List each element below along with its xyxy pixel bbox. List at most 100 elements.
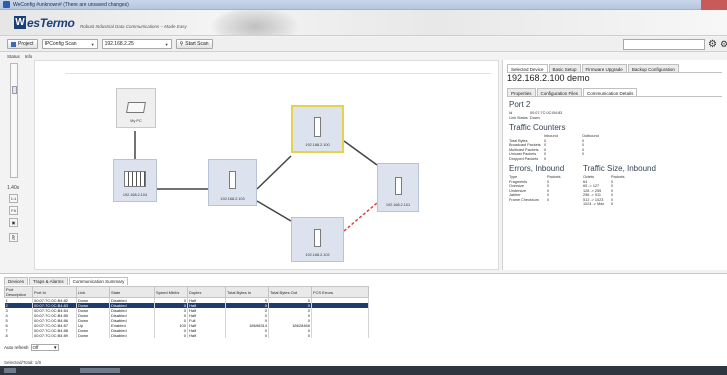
scan-type-select[interactable]: IPConfig Scan ▼: [41, 39, 98, 49]
export-view-button[interactable]: ⎘: [9, 233, 18, 242]
port-id-label: Id: [509, 111, 513, 115]
table-cell: Down: [76, 333, 110, 338]
node-my-pc[interactable]: My PC: [116, 88, 156, 128]
zoom-fit-button[interactable]: Fit: [9, 206, 18, 215]
table-cell: 0: [154, 333, 188, 338]
zoom-view-button[interactable]: ▣: [9, 218, 18, 227]
start-scan-button[interactable]: ⚲ Start Scan: [175, 39, 213, 49]
taskbar-app-button[interactable]: [80, 368, 120, 373]
westermo-logo: W esTermo: [14, 15, 75, 30]
col-state[interactable]: State: [109, 286, 155, 298]
zoom-actual-size-button[interactable]: 1:1: [9, 194, 18, 203]
link-103-102: [256, 200, 292, 222]
ip-value: 192.168.2.25: [104, 41, 134, 47]
bottom-panel: Devices Traps & Alarms Communication Sum…: [0, 273, 727, 375]
tab-traps-alarms[interactable]: Traps & Alarms: [29, 277, 68, 285]
zoom-slider-thumb[interactable]: [12, 86, 17, 94]
switch-device-icon: [124, 171, 146, 187]
switch-device-icon: [394, 177, 402, 195]
errors-inbound-title: Errors, Inbound: [509, 164, 565, 173]
device-title: 192.168.2.100 demo: [507, 73, 590, 83]
col-speed[interactable]: Speed Mbit/s: [154, 286, 188, 298]
logo-text: esTermo: [27, 15, 75, 30]
node-label: 192.168.2.104: [122, 193, 148, 197]
table-cell: [311, 333, 369, 338]
menu-status[interactable]: Status: [7, 54, 20, 59]
project-button[interactable]: Project: [7, 39, 38, 49]
table-header-row: Port Description Port Id Link State Spee…: [4, 286, 369, 298]
table-row[interactable]: 8 00:07:7C:0C:B4:89 Down Disabled 0 Half 0 0: [4, 333, 369, 338]
project-icon: [11, 41, 16, 47]
search-input[interactable]: [623, 39, 705, 50]
table-cell: 0: [268, 333, 312, 338]
errors-row-value: 0: [547, 197, 550, 202]
ip-select[interactable]: 192.168.2.25 ▼: [101, 39, 172, 49]
col-port-id[interactable]: Port Id: [32, 286, 77, 298]
col-bytes-in[interactable]: Total Bytes In: [225, 286, 269, 298]
link-100-101: [343, 140, 378, 166]
node-label: 192.168.2.101: [385, 203, 411, 207]
auto-refresh-value: Off: [32, 345, 39, 350]
close-button[interactable]: [701, 0, 727, 10]
traffic-size-table: Octets Packets 64 0 65 -> 127 0 128 -> 255 0…: [583, 175, 653, 207]
chevron-down-icon: ▼: [164, 41, 169, 47]
node-192-168-2-103[interactable]: 192.168.2.103: [208, 159, 257, 206]
port-title: Port 2: [509, 100, 531, 109]
traffic-counters-table: Inbound Outbound Total Bytes 0 0 Broadcast …: [509, 134, 619, 161]
os-taskbar: [0, 366, 727, 375]
col-port-description[interactable]: Port Description: [4, 286, 33, 298]
traffic-row-in: 0: [544, 156, 547, 161]
node-192-168-2-104[interactable]: 192.168.2.104: [113, 159, 157, 202]
col-link[interactable]: Link: [76, 286, 110, 298]
laptop-icon: [126, 102, 146, 113]
topology-canvas[interactable]: My PC 192.168.2.104 192.168.2.103 192.16…: [34, 60, 499, 270]
switch-device-icon: [229, 171, 236, 189]
col-bytes-out[interactable]: Total Bytes Out: [268, 286, 312, 298]
traffic-head-out: Outbound: [582, 134, 599, 138]
gear-icon[interactable]: ⚙: [707, 39, 718, 50]
auto-refresh-select[interactable]: Off ▼: [30, 344, 59, 351]
canvas-divider: [65, 73, 491, 74]
link-103-100: [256, 155, 292, 190]
node-192-168-2-100[interactable]: 192.168.2.100: [291, 105, 344, 153]
zoom-level: 1.40x: [7, 185, 20, 191]
link-status-label: Link Status: [509, 115, 528, 120]
menu-info[interactable]: Info: [25, 54, 33, 59]
chevron-down-icon: ▼: [90, 41, 95, 47]
node-label: 192.168.2.102: [305, 253, 330, 257]
start-button[interactable]: [4, 368, 16, 373]
table-cell: 0: [225, 333, 269, 338]
table-cell: Disabled: [109, 333, 155, 338]
tab-devices[interactable]: Devices: [4, 277, 29, 285]
traffic-row-out: 0: [582, 152, 585, 156]
traffic-size-title: Traffic Size, Inbound: [583, 164, 656, 173]
size-row-label: 1024 -> Max: [583, 202, 605, 206]
toolbar: Project IPConfig Scan ▼ 192.168.2.25 ▼ ⚲…: [0, 37, 727, 52]
link-102-101-broken: [343, 202, 378, 232]
chevron-down-icon: ▼: [53, 345, 58, 350]
col-fcs-errors[interactable]: FCS Errors: [311, 286, 369, 298]
zoom-panel: 1.40x 1:1 Fit ▣ ⎘: [7, 61, 33, 261]
table-cell: 8: [4, 333, 33, 338]
node-192-168-2-102[interactable]: 192.168.2.102: [291, 217, 344, 262]
start-scan-label: Start Scan: [185, 41, 209, 47]
node-label: 192.168.2.103: [220, 197, 245, 201]
bottom-tabs: Devices Traps & Alarms Communication Sum…: [4, 277, 129, 285]
app-icon: [3, 1, 10, 8]
port-info-values: 00:07:7C:0C:B4:83 Down: [530, 111, 562, 120]
tab-communication-summary[interactable]: Communication Summary: [68, 277, 129, 285]
node-label: 192.168.2.100: [305, 143, 330, 147]
traffic-row-label: Dropped Packets: [509, 156, 539, 161]
auto-refresh-label: Auto refresh: [4, 345, 29, 350]
device-details-panel: Selected Device Basic Setup Firmware Upg…: [502, 60, 727, 270]
more-icon[interactable]: ⚙: [720, 39, 727, 50]
window-title: WeConfig #unknown# (There are unsaved ch…: [13, 1, 129, 8]
errors-row-label: Frame Checksum: [509, 197, 539, 202]
node-192-168-2-101[interactable]: 192.168.2.101: [377, 163, 419, 212]
zoom-slider[interactable]: [10, 63, 18, 178]
scan-type-value: IPConfig Scan: [44, 41, 77, 47]
col-duplex[interactable]: Duplex: [187, 286, 226, 298]
port-id-value: 00:07:7C:0C:B4:83: [530, 111, 563, 115]
search-icon: ⚲: [179, 41, 184, 47]
topology-links: [65, 73, 491, 232]
